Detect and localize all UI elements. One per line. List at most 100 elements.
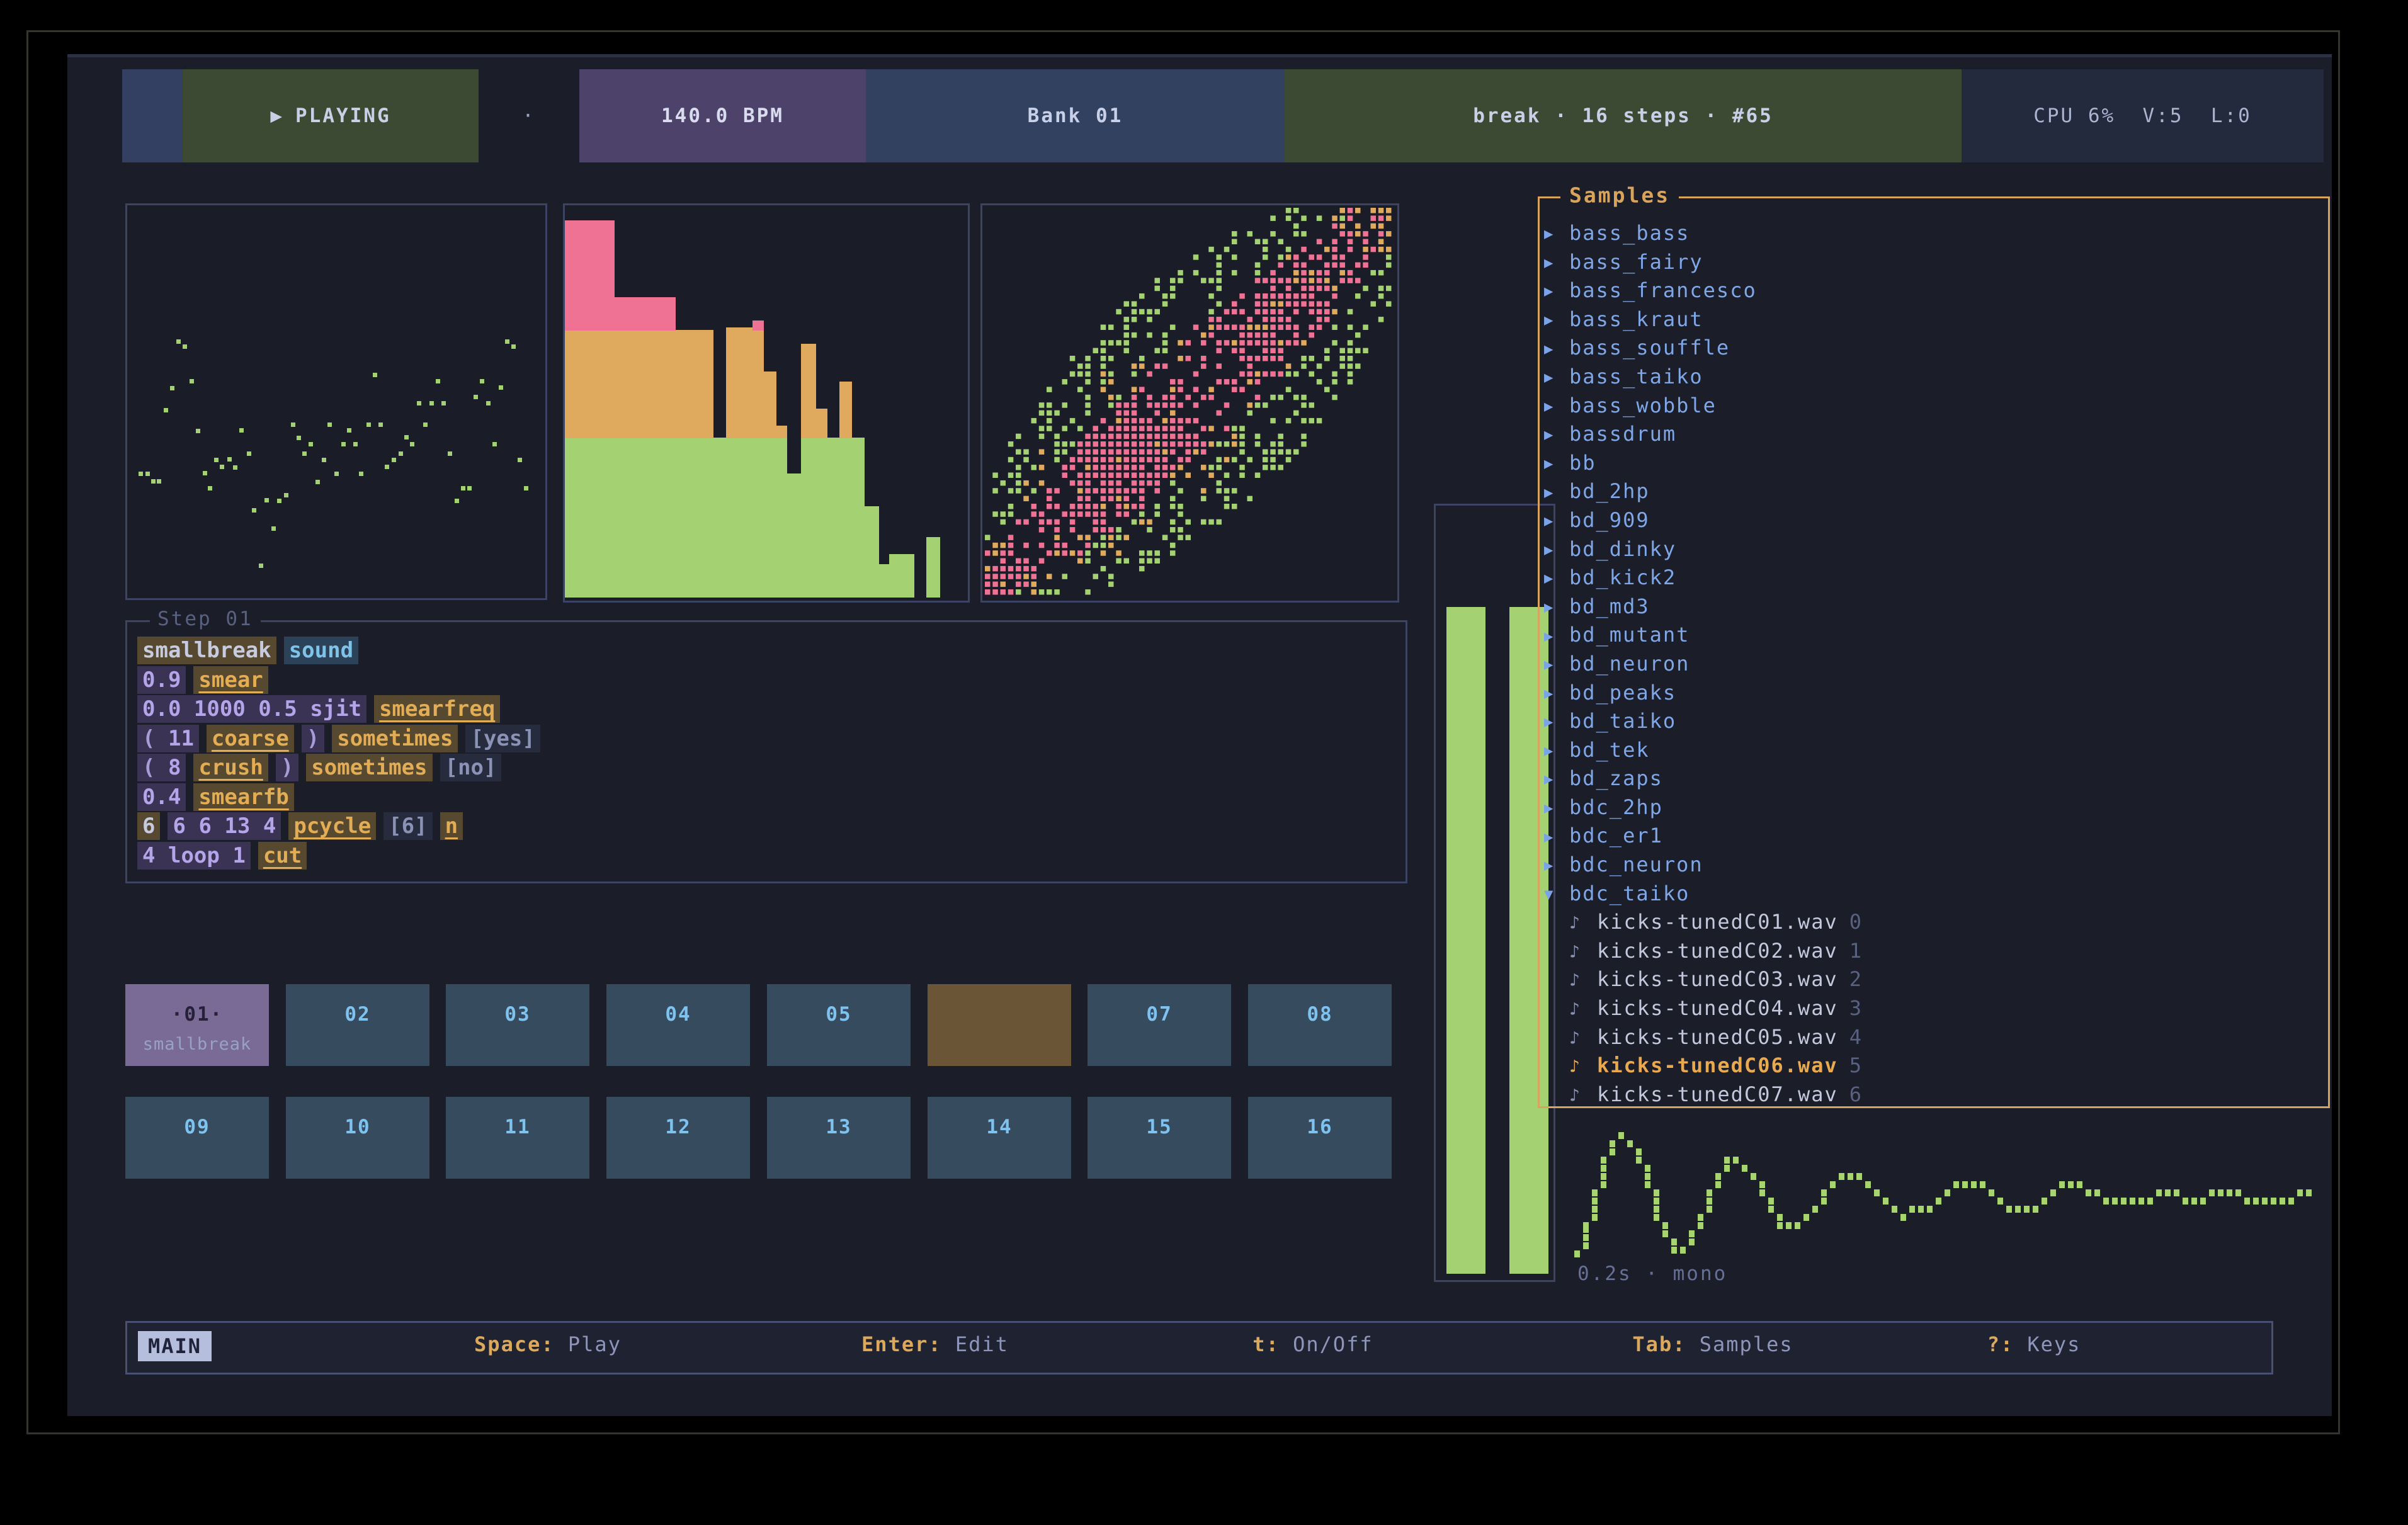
code-token-sound[interactable]: sound: [289, 638, 353, 663]
sample-folder-bd_2hp[interactable]: ▶bd_2hp: [1544, 477, 2319, 506]
pattern-info[interactable]: break · 16 steps · #65: [1285, 69, 1962, 162]
sample-folder-bassdrum[interactable]: ▶bassdrum: [1544, 420, 2319, 449]
step-cell-10[interactable]: 10: [286, 1097, 429, 1179]
waveform-dash: [1821, 1198, 1827, 1205]
code-token-05[interactable]: 0.5: [258, 696, 297, 722]
step-cell-02[interactable]: 02: [286, 984, 429, 1066]
code-token-[interactable]: (: [142, 726, 155, 751]
step-cell-15[interactable]: 15: [1088, 1097, 1231, 1179]
step-cell-04[interactable]: 04: [606, 984, 750, 1066]
step-cell-12[interactable]: 12: [606, 1097, 750, 1179]
step-cell-07[interactable]: 07: [1088, 984, 1231, 1066]
code-token-smearfreq[interactable]: smearfreq: [379, 696, 495, 722]
code-token-sjit[interactable]: sjit: [310, 696, 361, 722]
code-token-smearfb[interactable]: smearfb: [198, 785, 288, 810]
sample-folder-bass_taiko[interactable]: ▶bass_taiko: [1544, 363, 2319, 392]
sample-file-kicks-tunedC02.wav[interactable]: ♪kicks-tunedC02.wav1: [1544, 937, 2319, 966]
code-token-pcycle[interactable]: pcycle: [293, 814, 371, 839]
waveform-dash: [2033, 1206, 2038, 1213]
transport-status[interactable]: ▶PLAYING: [183, 69, 479, 162]
folder-name: bassdrum: [1569, 422, 1676, 446]
scatter-dot: [410, 442, 414, 446]
code-token-cut[interactable]: cut: [263, 843, 302, 868]
code-token-1000[interactable]: 1000: [194, 696, 246, 722]
code-token-11[interactable]: 11: [168, 726, 194, 751]
sample-folder-bd_peaks[interactable]: ▶bd_peaks: [1544, 679, 2319, 708]
step-cell-05[interactable]: 05: [767, 984, 911, 1066]
code-token-crush[interactable]: crush: [198, 755, 263, 780]
step-cell-08[interactable]: 08: [1248, 984, 1392, 1066]
code-token-04[interactable]: 0.4: [142, 785, 181, 810]
bpm-display[interactable]: 140.0 BPM: [579, 69, 866, 162]
code-token-[interactable]: ): [281, 755, 293, 780]
sample-folder-bdc_2hp[interactable]: ▶bdc_2hp: [1544, 793, 2319, 822]
sample-folder-bass_wobble[interactable]: ▶bass_wobble: [1544, 392, 2319, 421]
sample-folder-bass_kraut[interactable]: ▶bass_kraut: [1544, 305, 2319, 334]
code-token-4[interactable]: 4: [263, 814, 276, 839]
sample-folder-bdc_neuron[interactable]: ▶bdc_neuron: [1544, 851, 2319, 880]
sample-folder-bass_souffle[interactable]: ▶bass_souffle: [1544, 334, 2319, 363]
waveform-dash: [1698, 1214, 1703, 1221]
code-token-smallbreak[interactable]: smallbreak: [142, 638, 271, 663]
code-token-1[interactable]: 1: [232, 843, 245, 868]
code-token-00[interactable]: 0.0: [142, 696, 181, 722]
code-token-smear[interactable]: smear: [198, 667, 263, 693]
sample-folder-bass_francesco[interactable]: ▶bass_francesco: [1544, 276, 2319, 305]
sample-folder-bd_tek[interactable]: ▶bd_tek: [1544, 736, 2319, 765]
sample-folder-bd_909[interactable]: ▶bd_909: [1544, 506, 2319, 535]
code-token-loop[interactable]: loop: [168, 843, 220, 868]
sample-file-kicks-tunedC07.wav[interactable]: ♪kicks-tunedC07.wav6: [1544, 1080, 2319, 1109]
sample-folder-bd_md3[interactable]: ▶bd_md3: [1544, 592, 2319, 621]
code-token-09[interactable]: 0.9: [142, 667, 181, 693]
step-cell-11[interactable]: 11: [446, 1097, 589, 1179]
sample-folder-bass_bass[interactable]: ▶bass_bass: [1544, 219, 2319, 248]
code-token-no[interactable]: [no]: [445, 755, 497, 780]
scatter-dot: [157, 479, 161, 484]
sample-folder-bd_kick2[interactable]: ▶bd_kick2: [1544, 564, 2319, 592]
waveform-dash: [2050, 1189, 2056, 1196]
code-token-sometimes[interactable]: sometimes: [337, 726, 453, 751]
waveform-dash: [1724, 1157, 1730, 1164]
step-cell-16[interactable]: 16: [1248, 1097, 1392, 1179]
token-run: [no]: [440, 754, 502, 781]
sample-folder-bd_neuron[interactable]: ▶bd_neuron: [1544, 650, 2319, 679]
step-cell-01[interactable]: ·01·smallbreak: [125, 984, 269, 1066]
code-token-[interactable]: (: [142, 755, 155, 780]
step-cell-14[interactable]: 14: [928, 1097, 1071, 1179]
code-token-8[interactable]: 8: [168, 755, 181, 780]
sample-file-kicks-tunedC04.wav[interactable]: ♪kicks-tunedC04.wav3: [1544, 994, 2319, 1023]
sample-folder-bd_mutant[interactable]: ▶bd_mutant: [1544, 621, 2319, 650]
code-token-6[interactable]: [6]: [389, 814, 427, 839]
code-token-[interactable]: ): [307, 726, 319, 751]
code-token-n[interactable]: n: [445, 814, 458, 839]
folder-collapsed-icon: ▶: [1544, 622, 1569, 651]
sample-folder-bd_zaps[interactable]: ▶bd_zaps: [1544, 764, 2319, 793]
bank-display[interactable]: Bank 01: [866, 69, 1285, 162]
code-token-coarse[interactable]: coarse: [212, 726, 289, 751]
code-token-yes[interactable]: [yes]: [470, 726, 535, 751]
step-cell-06[interactable]: [928, 984, 1071, 1066]
scatter-dot: [291, 422, 295, 427]
sample-folder-bd_taiko[interactable]: ▶bd_taiko: [1544, 707, 2319, 736]
sample-folder-bdc_er1[interactable]: ▶bdc_er1: [1544, 822, 2319, 851]
sample-file-kicks-tunedC01.wav[interactable]: ♪kicks-tunedC01.wav0: [1544, 908, 2319, 937]
sample-file-kicks-tunedC05.wav[interactable]: ♪kicks-tunedC05.wav4: [1544, 1023, 2319, 1052]
code-token-6[interactable]: 6: [173, 814, 185, 839]
sample-file-kicks-tunedC03.wav[interactable]: ♪kicks-tunedC03.wav2: [1544, 965, 2319, 994]
sample-folder-bd_dinky[interactable]: ▶bd_dinky: [1544, 535, 2319, 564]
sample-folder-bdc_taiko[interactable]: ▼bdc_taiko: [1544, 880, 2319, 909]
code-token-sometimes[interactable]: sometimes: [311, 755, 427, 780]
waveform-dash: [1909, 1206, 1915, 1213]
step-number: 09: [125, 1116, 269, 1138]
sample-file-kicks-tunedC06.wav[interactable]: ♪kicks-tunedC06.wav5: [1544, 1052, 2319, 1080]
waveform-dash: [1865, 1181, 1871, 1188]
code-token-6[interactable]: 6: [198, 814, 211, 839]
step-cell-13[interactable]: 13: [767, 1097, 911, 1179]
code-token-4[interactable]: 4: [142, 843, 155, 868]
step-cell-09[interactable]: 09: [125, 1097, 269, 1179]
code-token-13[interactable]: 13: [224, 814, 250, 839]
code-token-6[interactable]: 6: [142, 814, 155, 839]
sample-folder-bb[interactable]: ▶bb: [1544, 449, 2319, 478]
step-cell-03[interactable]: 03: [446, 984, 589, 1066]
sample-folder-bass_fairy[interactable]: ▶bass_fairy: [1544, 248, 2319, 277]
